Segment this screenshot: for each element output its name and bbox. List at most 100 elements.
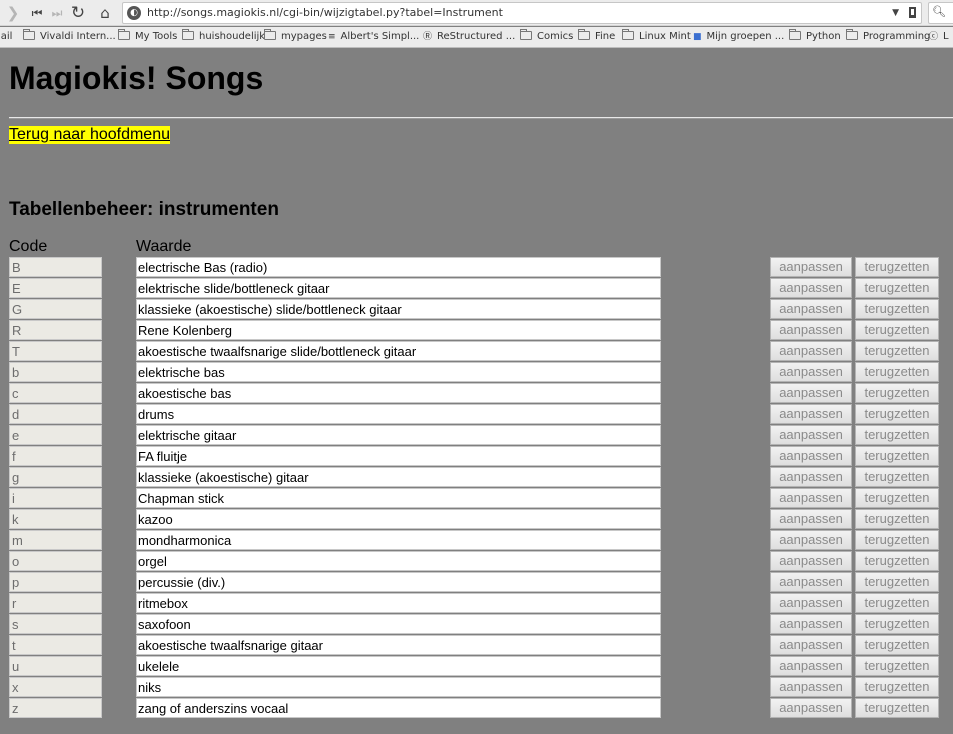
edit-button[interactable]: aanpassen [770,446,852,466]
edit-button[interactable]: aanpassen [770,677,852,697]
code-field[interactable] [9,551,102,571]
bookmark-item[interactable]: lail [0,30,12,44]
code-field[interactable] [9,509,102,529]
reset-button[interactable]: terugzetten [855,446,939,466]
edit-button[interactable]: aanpassen [770,299,852,319]
value-field[interactable] [136,614,661,634]
bookmark-item[interactable]: Comics [520,29,573,44]
edit-button[interactable]: aanpassen [770,551,852,571]
value-field[interactable] [136,278,661,298]
edit-button[interactable]: aanpassen [770,698,852,718]
reset-button[interactable]: terugzetten [855,635,939,655]
reset-button[interactable]: terugzetten [855,383,939,403]
search-box[interactable]: 🔍︎ [928,2,953,24]
code-field[interactable] [9,635,102,655]
rewind-icon[interactable]: ⏮ [27,3,47,23]
reset-button[interactable]: terugzetten [855,425,939,445]
value-field[interactable] [136,362,661,382]
code-field[interactable] [9,446,102,466]
reset-button[interactable]: terugzetten [855,299,939,319]
edit-button[interactable]: aanpassen [770,320,852,340]
code-field[interactable] [9,488,102,508]
edit-button[interactable]: aanpassen [770,530,852,550]
bookmark-item[interactable]: mypages [264,29,327,44]
code-field[interactable] [9,614,102,634]
code-field[interactable] [9,656,102,676]
forward-icon[interactable]: ❯ [3,3,23,23]
bookmark-icon[interactable] [909,7,916,18]
edit-button[interactable]: aanpassen [770,383,852,403]
value-field[interactable] [136,635,661,655]
code-field[interactable] [9,257,102,277]
fast-forward-icon[interactable]: ⏭ [47,3,67,23]
value-field[interactable] [136,299,661,319]
code-field[interactable] [9,530,102,550]
bookmark-item[interactable]: Fine [578,29,615,44]
reset-button[interactable]: terugzetten [855,572,939,592]
reset-button[interactable]: terugzetten [855,551,939,571]
value-field[interactable] [136,656,661,676]
bookmark-item[interactable]: ⓒ L [929,30,949,44]
value-field[interactable] [136,404,661,424]
bookmark-item[interactable]: Programming [846,29,930,44]
bookmark-item[interactable]: Python [789,29,841,44]
reset-button[interactable]: terugzetten [855,320,939,340]
value-field[interactable] [136,488,661,508]
edit-button[interactable]: aanpassen [770,656,852,676]
value-field[interactable] [136,551,661,571]
value-field[interactable] [136,341,661,361]
reset-button[interactable]: terugzetten [855,467,939,487]
code-field[interactable] [9,320,102,340]
bookmark-item[interactable]: ■ Mijn groepen ... [693,30,784,44]
code-field[interactable] [9,593,102,613]
bookmark-item[interactable]: Vivaldi Intern... [23,29,116,44]
code-field[interactable] [9,299,102,319]
reset-button[interactable]: terugzetten [855,656,939,676]
reset-button[interactable]: terugzetten [855,341,939,361]
reset-button[interactable]: terugzetten [855,698,939,718]
edit-button[interactable]: aanpassen [770,635,852,655]
back-to-main-menu-link[interactable]: Terug naar hoofdmenu [9,126,170,144]
code-field[interactable] [9,698,102,718]
value-field[interactable] [136,467,661,487]
code-field[interactable] [9,425,102,445]
edit-button[interactable]: aanpassen [770,404,852,424]
code-field[interactable] [9,677,102,697]
code-field[interactable] [9,362,102,382]
value-field[interactable] [136,572,661,592]
value-field[interactable] [136,320,661,340]
address-bar[interactable]: ◐ http://songs.magiokis.nl/cgi-bin/wijzi… [122,2,922,24]
value-field[interactable] [136,425,661,445]
value-field[interactable] [136,698,661,718]
edit-button[interactable]: aanpassen [770,572,852,592]
code-field[interactable] [9,404,102,424]
reset-button[interactable]: terugzetten [855,278,939,298]
code-field[interactable] [9,383,102,403]
edit-button[interactable]: aanpassen [770,425,852,445]
url-text[interactable]: http://songs.magiokis.nl/cgi-bin/wijzigt… [147,6,503,19]
reset-button[interactable]: terugzetten [855,362,939,382]
reload-icon[interactable]: ↻ [68,3,88,23]
value-field[interactable] [136,509,661,529]
value-field[interactable] [136,383,661,403]
edit-button[interactable]: aanpassen [770,614,852,634]
reset-button[interactable]: terugzetten [855,614,939,634]
dropdown-arrow-icon[interactable]: ▼ [892,6,899,20]
edit-button[interactable]: aanpassen [770,341,852,361]
value-field[interactable] [136,530,661,550]
bookmark-item[interactable]: Ⓡ ReStructured ... [423,30,515,44]
edit-button[interactable]: aanpassen [770,278,852,298]
home-icon[interactable]: ⌂ [95,3,115,23]
code-field[interactable] [9,572,102,592]
bookmark-item[interactable]: My Tools [118,29,177,44]
value-field[interactable] [136,257,661,277]
reset-button[interactable]: terugzetten [855,257,939,277]
edit-button[interactable]: aanpassen [770,488,852,508]
code-field[interactable] [9,341,102,361]
reset-button[interactable]: terugzetten [855,404,939,424]
bookmark-item[interactable]: ≡ Albert's Simpl... [328,30,419,44]
reset-button[interactable]: terugzetten [855,509,939,529]
edit-button[interactable]: aanpassen [770,257,852,277]
value-field[interactable] [136,677,661,697]
edit-button[interactable]: aanpassen [770,509,852,529]
